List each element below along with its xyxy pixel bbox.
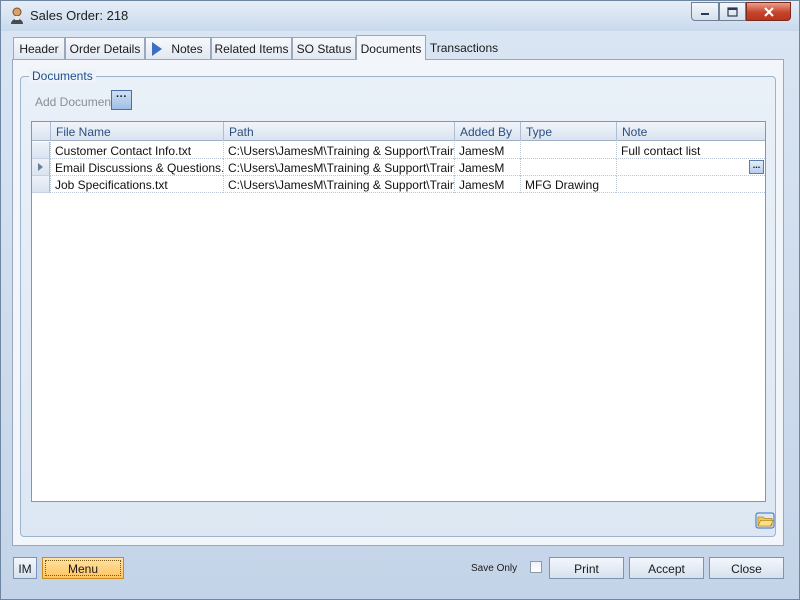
cell-added-by[interactable]: JamesM xyxy=(454,176,520,193)
minimize-icon xyxy=(701,12,709,15)
maximize-icon xyxy=(727,6,738,17)
tab-header[interactable]: Header xyxy=(13,37,65,59)
tab-related-items[interactable]: Related Items xyxy=(211,37,292,59)
cell-path[interactable]: C:\Users\JamesM\Training & Support\Train… xyxy=(223,176,454,193)
cell-type[interactable]: MFG Drawing xyxy=(520,176,616,193)
menu-button[interactable]: Menu xyxy=(42,557,124,579)
cell-added-by[interactable]: JamesM xyxy=(454,159,520,176)
open-folder-icon xyxy=(755,512,775,529)
open-document-button[interactable] xyxy=(755,511,775,529)
table-row[interactable]: Email Discussions & Questions.txt C:\Use… xyxy=(32,159,765,176)
close-button[interactable]: Close xyxy=(709,557,784,579)
cell-note[interactable]: ... xyxy=(616,159,765,176)
sales-order-window: Sales Order: 218 Header Order Details No… xyxy=(0,0,800,600)
row-selector[interactable] xyxy=(32,159,50,176)
cell-note[interactable]: Full contact list xyxy=(616,142,765,159)
cell-file-name[interactable]: Job Specifications.txt xyxy=(50,176,223,193)
cell-file-name[interactable]: Customer Contact Info.txt xyxy=(50,142,223,159)
tab-label: Order Details xyxy=(69,42,141,56)
documents-grid: File Name Path Added By Type Note Custom… xyxy=(31,121,766,502)
tab-documents[interactable]: Documents xyxy=(356,35,426,60)
documents-tab-page: Documents Add Document ··· File Name Pat… xyxy=(12,59,784,546)
group-title: Documents xyxy=(29,69,96,83)
grid-header: File Name Path Added By Type Note xyxy=(32,122,765,141)
current-row-icon xyxy=(38,163,43,171)
user-icon xyxy=(11,7,23,24)
tab-label: Transactions xyxy=(429,41,499,55)
cell-path[interactable]: C:\Users\JamesM\Training & Support\Train… xyxy=(223,142,454,159)
table-row[interactable]: Job Specifications.txt C:\Users\JamesM\T… xyxy=(32,176,765,193)
add-document-label: Add Document xyxy=(35,95,115,109)
cell-type[interactable] xyxy=(520,142,616,159)
tab-label: Header xyxy=(19,42,59,56)
column-header-type[interactable]: Type xyxy=(520,122,616,141)
documents-group: Documents Add Document ··· File Name Pat… xyxy=(20,69,776,537)
tab-so-status[interactable]: SO Status xyxy=(292,37,356,59)
cell-added-by[interactable]: JamesM xyxy=(454,142,520,159)
tab-label: Notes xyxy=(171,42,203,56)
window-title: Sales Order: 218 xyxy=(30,8,129,23)
tab-notes[interactable]: Notes xyxy=(145,37,211,59)
save-only-label: Save Only xyxy=(471,563,518,574)
title-bar: Sales Order: 218 xyxy=(1,1,799,31)
row-selector[interactable] xyxy=(32,176,50,193)
cell-file-name[interactable]: Email Discussions & Questions.txt xyxy=(50,159,223,176)
column-header-file-name[interactable]: File Name xyxy=(50,122,223,141)
cell-note[interactable] xyxy=(616,176,765,193)
close-window-button[interactable] xyxy=(746,2,791,21)
im-button[interactable]: IM xyxy=(13,557,37,579)
tab-label: SO Status xyxy=(296,42,352,56)
cell-path[interactable]: C:\Users\JamesM\Training & Support\Train… xyxy=(223,159,454,176)
table-row[interactable]: Customer Contact Info.txt C:\Users\James… xyxy=(32,142,765,159)
row-selector[interactable] xyxy=(32,142,50,159)
minimize-button[interactable] xyxy=(691,2,719,21)
print-button[interactable]: Print xyxy=(549,557,624,579)
row-selector-header xyxy=(32,122,50,141)
tab-order-details[interactable]: Order Details xyxy=(65,37,145,59)
note-editor-button[interactable]: ... xyxy=(749,160,764,174)
column-header-added-by[interactable]: Added By xyxy=(454,122,520,141)
arrow-right-icon xyxy=(152,42,162,56)
tab-label: Documents xyxy=(360,42,422,56)
maximize-button[interactable] xyxy=(719,2,746,21)
tab-transactions[interactable]: Transactions xyxy=(426,37,502,59)
tab-label: Related Items xyxy=(214,42,289,56)
close-icon xyxy=(763,6,774,17)
accept-button[interactable]: Accept xyxy=(629,557,704,579)
save-only-checkbox[interactable] xyxy=(530,561,542,573)
column-header-path[interactable]: Path xyxy=(223,122,454,141)
add-document-button[interactable]: ··· xyxy=(111,90,132,110)
cell-type[interactable] xyxy=(520,159,616,176)
column-header-note[interactable]: Note xyxy=(616,122,765,141)
